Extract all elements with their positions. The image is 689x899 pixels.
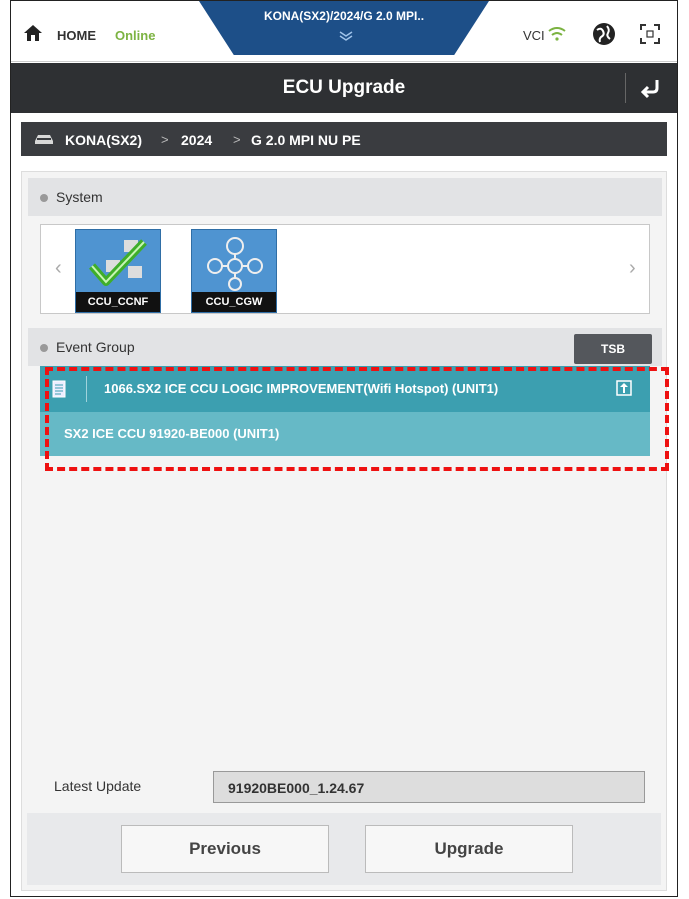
bullet-icon: [40, 344, 48, 352]
latest-update-field: 91920BE000_1.24.67: [213, 771, 645, 803]
globe-icon[interactable]: [591, 21, 617, 47]
system-section-label: System: [56, 189, 103, 205]
app-frame: HOME Online KONA(SX2)/2024/G 2.0 MPI.. V…: [10, 0, 678, 897]
latest-update-label: Latest Update: [54, 778, 142, 794]
connection-status: Online: [115, 28, 156, 43]
ecu-tile-ccu-ccnf[interactable]: CCU_CCNF: [75, 229, 161, 313]
home-icon[interactable]: [23, 23, 43, 43]
breadcrumb-separator: >: [233, 132, 241, 147]
title-divider: [625, 73, 626, 103]
system-section-header: System: [28, 178, 662, 216]
car-icon: [35, 135, 53, 144]
bullet-icon: [40, 194, 48, 202]
ecu-tile-ccu-cgw[interactable]: CCU_CGW: [191, 229, 277, 313]
expand-icon[interactable]: [639, 23, 661, 45]
event-group-section-header: Event Group: [28, 328, 662, 366]
system-carousel: ‹ CCU_CCNF CCU_CGW ›: [40, 224, 650, 314]
ecu-tile-label: CCU_CCNF: [76, 292, 160, 312]
title-bar: ECU Upgrade: [11, 63, 677, 113]
highlight-box: [45, 367, 669, 471]
wifi-icon: [548, 27, 566, 41]
breadcrumb-item-model[interactable]: KONA(SX2): [65, 132, 142, 148]
tsb-button[interactable]: TSB: [574, 334, 652, 364]
breadcrumb-separator: >: [161, 132, 169, 147]
back-icon[interactable]: [639, 76, 663, 100]
vci-label: VCI: [523, 28, 545, 43]
vehicle-selector-label: KONA(SX2)/2024/G 2.0 MPI..: [263, 9, 425, 23]
carousel-prev-icon[interactable]: ‹: [55, 257, 62, 280]
network-icon: [207, 237, 263, 291]
breadcrumb-item-year[interactable]: 2024: [181, 132, 212, 148]
breadcrumb-item-engine[interactable]: G 2.0 MPI NU PE: [251, 132, 361, 148]
chevron-down-icon: [339, 31, 353, 41]
home-label[interactable]: HOME: [57, 28, 96, 43]
ecu-tile-label: CCU_CGW: [192, 292, 276, 312]
latest-update-value: 91920BE000_1.24.67: [228, 780, 365, 796]
checkmark-icon: [88, 239, 147, 286]
previous-button[interactable]: Previous: [121, 825, 329, 873]
breadcrumb: KONA(SX2) > 2024 > G 2.0 MPI NU PE: [21, 122, 667, 156]
carousel-next-icon[interactable]: ›: [629, 257, 636, 280]
footer-button-area: Previous Upgrade: [27, 813, 661, 885]
upgrade-button[interactable]: Upgrade: [365, 825, 573, 873]
page-title: ECU Upgrade: [282, 77, 406, 98]
event-group-section-label: Event Group: [56, 339, 135, 355]
vehicle-selector-tab[interactable]: KONA(SX2)/2024/G 2.0 MPI..: [199, 1, 489, 55]
top-status-bar: HOME Online KONA(SX2)/2024/G 2.0 MPI.. V…: [11, 1, 677, 62]
